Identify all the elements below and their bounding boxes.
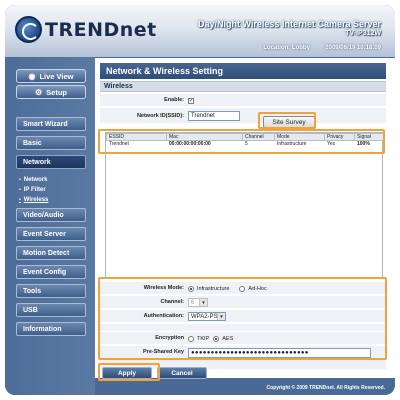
mode-adhoc-radio[interactable] (239, 285, 246, 292)
eye-icon: ◉ (28, 71, 36, 81)
cell-mode: Infrastructure (274, 140, 325, 148)
column-header: Mode (274, 133, 325, 141)
column-header: Channel (242, 133, 275, 141)
brand-name: TRENDnet (45, 18, 157, 41)
psk-input[interactable]: ●●●●●●●●●●●●●●●●●●●●●●●●●●●●●● (188, 347, 371, 358)
section-header: Wireless (100, 81, 386, 92)
column-header: Privacy (324, 133, 355, 141)
apply-button[interactable]: Apply (102, 367, 152, 379)
sidebar-item-tools[interactable]: Tools (16, 284, 86, 298)
sidebar-item-usb[interactable]: USB (16, 303, 86, 317)
channel-label: Channel: (160, 299, 184, 305)
enable-label: Enable: (164, 97, 184, 103)
site-survey-list: ESSID Mac Channel Mode Privacy Signal Tr… (105, 132, 384, 278)
psk-label: Pre-Shared Key (143, 349, 184, 355)
trendnet-logo: TRENDnet (15, 16, 157, 43)
cancel-button[interactable]: Cancel (157, 367, 207, 379)
bullet-icon: • (19, 177, 21, 183)
live-view-button[interactable]: ◉ Live View (16, 69, 86, 83)
time-value: 10:18:09 (356, 45, 381, 51)
sidebar-item-basic[interactable]: Basic (16, 136, 86, 150)
page-title: Network & Wireless Setting (100, 63, 386, 79)
subnav-item-wireless[interactable]: • Wireless (19, 195, 48, 205)
subnav-item-ip-filter[interactable]: • IP Filter (19, 185, 48, 195)
enable-row: Enable: ✓ (100, 94, 386, 107)
chevron-down-icon: ▼ (199, 299, 207, 306)
location-readout: Location: Lobby 2009/06/19 10:18:09 (263, 45, 381, 51)
column-header: ESSID (106, 133, 167, 141)
sidebar-item-smart-wizard[interactable]: Smart Wizard (16, 117, 86, 131)
camera-admin-window: TRENDnet Day/Night Wireless Internet Cam… (5, 5, 395, 395)
subnav-item-network[interactable]: • Network (19, 175, 48, 185)
setup-button[interactable]: ⚙ Setup (16, 85, 86, 99)
bullet-icon: • (19, 197, 21, 203)
sidebar-item-video-audio[interactable]: Video/Audio (16, 208, 86, 222)
cell-channel: 5 (242, 140, 275, 148)
encryption-tkip-label: TKIP (197, 335, 210, 342)
model-number: TV-IP312W (345, 30, 381, 37)
location-label: Location: (263, 45, 291, 51)
authentication-label: Authentication: (143, 313, 184, 319)
encryption-tkip-radio[interactable] (188, 335, 194, 342)
sidebar-item-event-config[interactable]: Event Config (16, 265, 86, 279)
bullet-icon: • (19, 187, 21, 193)
column-header: Signal (354, 133, 384, 141)
sidebar-item-information[interactable]: Information (16, 322, 86, 336)
psk-row: Pre-Shared Key ●●●●●●●●●●●●●●●●●●●●●●●●●… (100, 346, 386, 359)
encryption-aes-radio[interactable] (213, 335, 220, 342)
mode-infrastructure-radio[interactable] (188, 285, 194, 292)
authentication-row: Authentication: WPA2-PSK ▼ (100, 310, 386, 323)
ssid-row: Network ID(SSID): Trendnet (100, 108, 386, 124)
site-survey-table: ESSID Mac Channel Mode Privacy Signal Tr… (106, 133, 384, 148)
cell-essid: Trendnet (106, 140, 167, 148)
enable-checkbox[interactable]: ✓ (188, 97, 194, 104)
encryption-aes-label: AES (222, 335, 234, 342)
encryption-label: Encryption (155, 335, 184, 341)
mode-infrastructure-label: Infrastructure (197, 285, 230, 292)
ssid-input[interactable]: Trendnet (188, 111, 240, 121)
cell-mac: 00:00:00:00:00:00 (166, 140, 243, 148)
cell-privacy: Yes (324, 140, 355, 148)
network-subnav: • Network • IP Filter • Wireless (19, 175, 48, 205)
product-name: Day/Night Wireless Internet Camera Serve… (198, 19, 381, 29)
channel-select[interactable]: 6 ▼ (188, 298, 208, 307)
mode-adhoc-label: Ad-Hoc (248, 285, 267, 292)
trendnet-logo-icon (15, 16, 42, 43)
date-value: 2009/06/19 (325, 45, 356, 51)
header: TRENDnet Day/Night Wireless Internet Cam… (5, 5, 395, 57)
copyright: Copyright © 2009 TRENDnet. All Rights Re… (266, 385, 385, 391)
gears-icon: ⚙ (34, 87, 43, 97)
sidebar-item-event-server[interactable]: Event Server (16, 227, 86, 241)
authentication-select[interactable]: WPA2-PSK ▼ (188, 312, 226, 321)
product-title: Day/Night Wireless Internet Camera Serve… (198, 19, 381, 37)
sidebar-item-network[interactable]: Network (16, 155, 86, 169)
table-row[interactable]: Trendnet 00:00:00:00:00:00 5 Infrastruct… (106, 140, 384, 148)
encryption-row: Encryption TKIP AES (100, 332, 386, 345)
site-survey-button[interactable]: Site Survey (263, 116, 315, 128)
sidebar-item-motion-detect[interactable]: Motion Detect (16, 246, 86, 260)
channel-row: Channel: 6 ▼ (100, 296, 386, 309)
wireless-mode-label: Wireless Mode: (143, 285, 184, 291)
cell-signal: 100% (354, 140, 384, 148)
column-header: Mac (166, 133, 243, 141)
ssid-label: Network ID(SSID): (136, 113, 184, 119)
spacer-row (100, 324, 386, 332)
wireless-mode-row: Wireless Mode: Infrastructure Ad-Hoc (100, 282, 386, 295)
sidebar: ◉ Live View ⚙ Setup Smart Wizard Basic N… (5, 57, 95, 395)
chevron-down-icon: ▼ (217, 313, 225, 320)
location-value: Lobby (291, 45, 310, 51)
main-content: Network & Wireless Setting Wireless Enab… (95, 58, 395, 378)
